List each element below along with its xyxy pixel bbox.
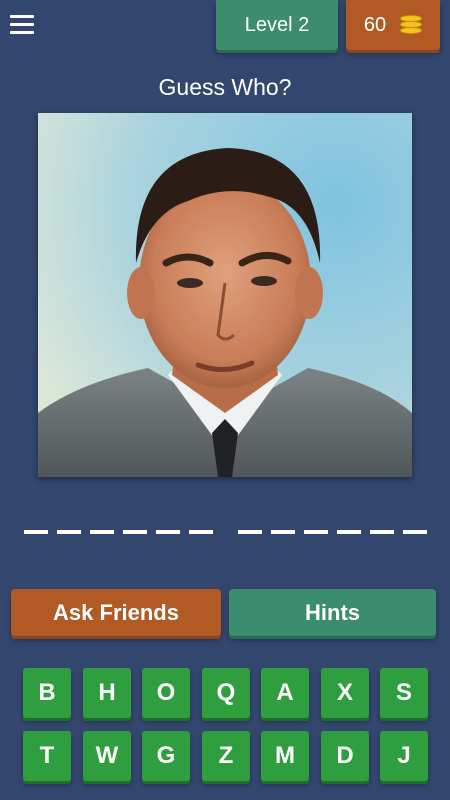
ask-friends-button[interactable]: Ask Friends bbox=[11, 589, 221, 636]
portrait-photo bbox=[38, 113, 412, 477]
answer-slot bbox=[238, 530, 262, 534]
answer-slot bbox=[189, 530, 213, 534]
answer-slot bbox=[57, 530, 81, 534]
letter-key[interactable]: T bbox=[23, 731, 71, 781]
answer-slot bbox=[123, 530, 147, 534]
level-badge: Level 2 bbox=[216, 0, 338, 50]
answer-slot bbox=[90, 530, 114, 534]
letter-key[interactable]: Q bbox=[202, 668, 250, 718]
answer-slot bbox=[403, 530, 427, 534]
letter-key[interactable]: M bbox=[261, 731, 309, 781]
letter-key[interactable]: O bbox=[142, 668, 190, 718]
letter-key[interactable]: W bbox=[83, 731, 131, 781]
answer-slots bbox=[0, 530, 450, 536]
answer-slot bbox=[337, 530, 361, 534]
letter-key[interactable]: H bbox=[83, 668, 131, 718]
menu-button[interactable] bbox=[8, 12, 38, 40]
answer-slot bbox=[370, 530, 394, 534]
letter-key[interactable]: Z bbox=[202, 731, 250, 781]
coins-badge[interactable]: 60 bbox=[346, 0, 440, 50]
answer-slot bbox=[156, 530, 180, 534]
letter-key[interactable]: A bbox=[261, 668, 309, 718]
answer-slot bbox=[24, 530, 48, 534]
letter-key[interactable]: D bbox=[321, 731, 369, 781]
hints-button[interactable]: Hints bbox=[229, 589, 436, 636]
answer-slot bbox=[271, 530, 295, 534]
letter-key[interactable]: J bbox=[380, 731, 428, 781]
letter-key[interactable]: S bbox=[380, 668, 428, 718]
coin-stack-icon bbox=[400, 15, 423, 35]
page-title: Guess Who? bbox=[158, 74, 292, 100]
answer-slot bbox=[304, 530, 328, 534]
level-label: Level 2 bbox=[244, 13, 310, 36]
letter-key[interactable]: G bbox=[142, 731, 190, 781]
letter-key[interactable]: X bbox=[321, 668, 369, 718]
coin-count: 60 bbox=[363, 13, 387, 36]
letter-key[interactable]: B bbox=[23, 668, 71, 718]
